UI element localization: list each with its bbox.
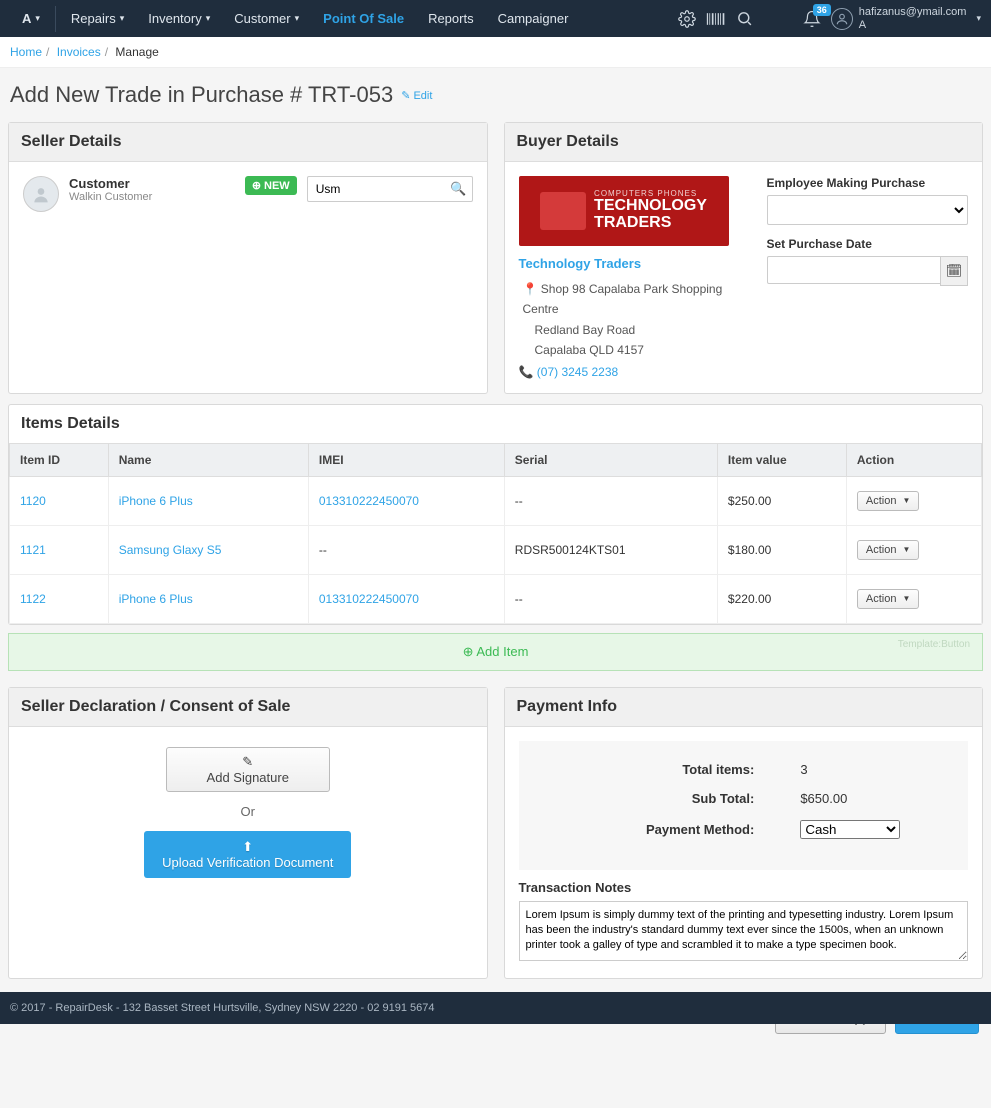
col-header: IMEI bbox=[308, 443, 504, 476]
table-row: 1121Samsung Glaxy S5--RDSR500124KTS01$18… bbox=[10, 525, 982, 574]
customer-type: Walkin Customer bbox=[69, 191, 235, 203]
cell-value: $180.00 bbox=[717, 525, 846, 574]
customer-name: Customer bbox=[69, 176, 235, 191]
row-action-button[interactable]: Action ▼ bbox=[857, 589, 920, 609]
add-signature-button[interactable]: ✎Add Signature bbox=[166, 747, 330, 792]
cell-name[interactable]: iPhone 6 Plus bbox=[108, 476, 308, 525]
payment-header: Payment Info bbox=[505, 688, 983, 727]
store-address-3: Capalaba QLD 4157 bbox=[535, 340, 749, 360]
notes-label: Transaction Notes bbox=[519, 880, 969, 895]
breadcrumb: Home/ Invoices/ Manage bbox=[0, 37, 991, 68]
breadcrumb-home[interactable]: Home bbox=[10, 45, 42, 59]
declaration-panel: Seller Declaration / Consent of Sale ✎Ad… bbox=[8, 687, 488, 979]
nav-reports[interactable]: Reports bbox=[416, 0, 486, 37]
template-hint: Template:Button bbox=[898, 639, 970, 650]
nav-inventory[interactable]: Inventory▾ bbox=[136, 0, 222, 37]
payment-panel: Payment Info Total items:3 Sub Total:$65… bbox=[504, 687, 984, 979]
search-icon: 🔍 bbox=[450, 181, 466, 197]
customer-search-input[interactable] bbox=[307, 176, 473, 202]
cell-imei[interactable]: 013310222450070 bbox=[308, 476, 504, 525]
purchase-date-input[interactable] bbox=[767, 256, 969, 284]
declaration-header: Seller Declaration / Consent of Sale bbox=[9, 688, 487, 727]
table-row: 1120iPhone 6 Plus013310222450070--$250.0… bbox=[10, 476, 982, 525]
page-title: Add New Trade in Purchase # TRT-053 ✎ Ed… bbox=[0, 68, 991, 122]
notification-badge: 36 bbox=[813, 4, 831, 16]
payment-method-select[interactable]: Cash bbox=[800, 820, 900, 839]
cell-value: $220.00 bbox=[717, 574, 846, 623]
store-name-link[interactable]: Technology Traders bbox=[519, 256, 749, 271]
breadcrumb-invoices[interactable]: Invoices bbox=[57, 45, 101, 59]
cell-imei[interactable]: 013310222450070 bbox=[308, 574, 504, 623]
items-panel: Items Details Item IDNameIMEISerialItem … bbox=[8, 404, 983, 625]
nav-customer[interactable]: Customer▾ bbox=[222, 0, 311, 37]
table-row: 1122iPhone 6 Plus013310222450070--$220.0… bbox=[10, 574, 982, 623]
store-address-1: Shop 98 Capalaba Park Shopping Centre bbox=[523, 282, 723, 316]
search-icon[interactable] bbox=[736, 10, 753, 27]
row-action-button[interactable]: Action ▼ bbox=[857, 540, 920, 560]
cell-imei: -- bbox=[308, 525, 504, 574]
seller-header: Seller Details bbox=[9, 123, 487, 162]
col-header: Action bbox=[846, 443, 981, 476]
nav-point-of-sale[interactable]: Point Of Sale bbox=[311, 0, 416, 37]
or-text: Or bbox=[29, 804, 467, 819]
cell-serial: -- bbox=[504, 476, 717, 525]
total-items-value: 3 bbox=[764, 755, 954, 784]
settings-icon[interactable] bbox=[678, 10, 696, 28]
col-header: Serial bbox=[504, 443, 717, 476]
nav-campaigner[interactable]: Campaigner bbox=[486, 0, 581, 37]
date-label: Set Purchase Date bbox=[767, 237, 969, 251]
items-table: Item IDNameIMEISerialItem valueAction 11… bbox=[9, 443, 982, 624]
user-menu[interactable]: hafizanus@ymail.comA ▾ bbox=[831, 6, 981, 30]
edit-link[interactable]: ✎ Edit bbox=[401, 89, 432, 102]
calendar-icon[interactable]: 🗓 bbox=[940, 256, 968, 286]
customer-avatar-icon bbox=[23, 176, 59, 212]
buyer-header: Buyer Details bbox=[505, 123, 983, 162]
store-phone-link[interactable]: 📞 (07) 3245 2238 bbox=[519, 365, 749, 379]
row-action-button[interactable]: Action ▼ bbox=[857, 491, 920, 511]
col-header: Item ID bbox=[10, 443, 109, 476]
items-header: Items Details bbox=[9, 405, 982, 443]
breadcrumb-current: Manage bbox=[115, 45, 158, 59]
user-avatar-icon bbox=[831, 8, 853, 30]
page-footer: © 2017 - RepairDesk - 132 Basset Street … bbox=[0, 992, 991, 1024]
cell-value: $250.00 bbox=[717, 476, 846, 525]
chevron-down-icon: ▾ bbox=[976, 13, 981, 24]
cell-id[interactable]: 1121 bbox=[10, 525, 109, 574]
upload-document-button[interactable]: ⬆Upload Verification Document bbox=[144, 831, 351, 878]
store-address-2: Redland Bay Road bbox=[535, 320, 749, 340]
cell-id[interactable]: 1120 bbox=[10, 476, 109, 525]
cell-name[interactable]: iPhone 6 Plus bbox=[108, 574, 308, 623]
subtotal-label: Sub Total: bbox=[533, 784, 765, 813]
transaction-notes-input[interactable] bbox=[519, 901, 969, 961]
chevron-down-icon: ▾ bbox=[35, 13, 40, 24]
add-item-button[interactable]: ⊕ Add Item Template:Button bbox=[8, 633, 983, 671]
top-navigation: A▾ Repairs▾Inventory▾Customer▾Point Of S… bbox=[0, 0, 991, 37]
col-header: Name bbox=[108, 443, 308, 476]
employee-label: Employee Making Purchase bbox=[767, 176, 969, 190]
cell-serial: RDSR500124KTS01 bbox=[504, 525, 717, 574]
col-header: Item value bbox=[717, 443, 846, 476]
subtotal-value: $650.00 bbox=[764, 784, 954, 813]
cell-id[interactable]: 1122 bbox=[10, 574, 109, 623]
cell-name[interactable]: Samsung Glaxy S5 bbox=[108, 525, 308, 574]
barcode-icon[interactable] bbox=[706, 11, 726, 27]
new-customer-button[interactable]: ⊕ NEW bbox=[245, 176, 297, 195]
method-label: Payment Method: bbox=[533, 813, 765, 846]
employee-select[interactable] bbox=[767, 195, 969, 225]
nav-repairs[interactable]: Repairs▾ bbox=[59, 0, 136, 37]
buyer-panel: Buyer Details COMPUTERS PHONESTECHNOLOGY… bbox=[504, 122, 984, 394]
brand-selector[interactable]: A▾ bbox=[10, 0, 52, 37]
store-logo: COMPUTERS PHONESTECHNOLOGYTRADERS bbox=[519, 176, 729, 246]
seller-panel: Seller Details Customer Walkin Customer … bbox=[8, 122, 488, 394]
cell-serial: -- bbox=[504, 574, 717, 623]
notifications-icon[interactable]: 36 bbox=[803, 10, 821, 28]
total-items-label: Total items: bbox=[533, 755, 765, 784]
